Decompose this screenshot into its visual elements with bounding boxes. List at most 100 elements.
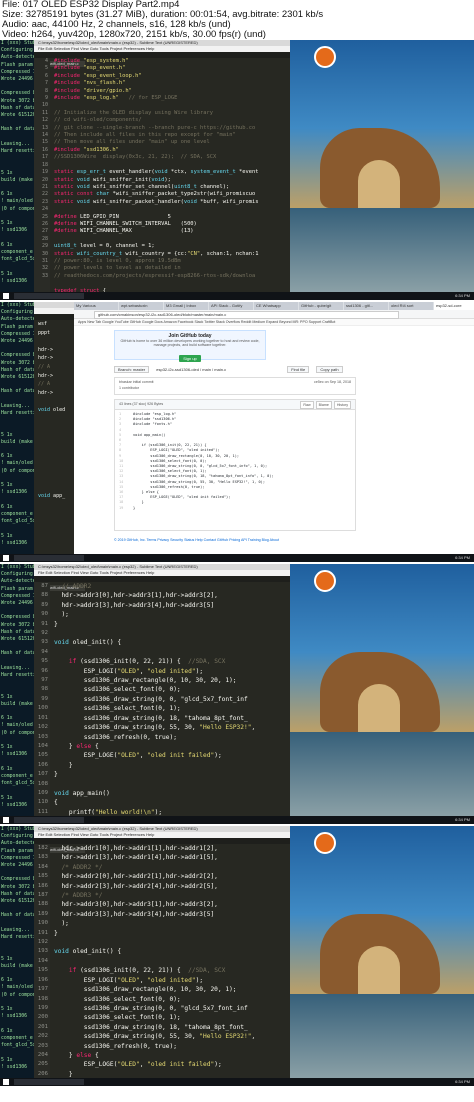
code-line[interactable]: // Initialize the OLED display using Wir… [54,110,290,117]
browser-tab[interactable]: esp32-sd-core [434,302,474,310]
contributors-count[interactable]: 1 contributor [115,386,355,390]
code-area[interactable]: // ADDR2 hdr->addr3[0],hdr->addr3[1],hdr… [54,582,290,816]
code-line[interactable]: ssd1306_draw_rectangle(0, 10, 30, 20, 1)… [54,985,290,994]
code-line[interactable]: hdr->addr1[3],hdr->addr1[4],hdr->addr1[5… [54,853,290,862]
code-line[interactable] [54,629,290,638]
code-line[interactable]: // readthedocs.com/projects/espressif-es… [54,273,290,280]
blender-desktop-icon[interactable] [314,570,336,592]
code-line[interactable]: #include "driver/gpio.h" [54,88,290,95]
code-line[interactable] [54,102,290,109]
code-line[interactable]: // power:80, is level 0, approx 19.5dBm [54,258,290,265]
browser-tab[interactable]: CE Whatsapp [254,302,298,310]
code-line[interactable]: // power levels to level as detailed in [54,265,290,272]
code-line[interactable]: ssd1306_draw_string(0, 18, "tahoma_8pt_f… [54,1023,290,1032]
code-line[interactable] [54,236,290,243]
code-line[interactable]: #include "esp_event.h" [54,65,290,72]
code-line[interactable]: { [54,798,290,807]
code-line[interactable]: hdr->addr2[0],hdr->addr2[1],hdr->addr2[2… [54,872,290,881]
code-line[interactable]: /* ADDR2 */ [54,863,290,872]
windows-start-icon[interactable] [3,555,9,561]
code-line[interactable]: ssd1306_draw_string(0, 18, "tahoma_8pt_f… [54,714,290,723]
address-bar[interactable]: github.com/cmakinson/esp32-i2c-ssd1306-o… [94,311,399,319]
code-line[interactable]: } [54,1070,290,1078]
blender-desktop-icon[interactable] [314,46,336,68]
code-line[interactable]: // ADDR2 [54,582,290,591]
code-line[interactable]: } else { [54,742,290,751]
code-line[interactable]: static void wifi_sniffer_packet_handler(… [54,199,290,206]
code-line[interactable]: #include "esp_system.h" [54,58,290,65]
code-line[interactable]: void oled_init() { [54,947,290,956]
terminal-window[interactable]: I (xxx) Stub running... ConfiguringAuto-d… [0,564,35,816]
history-button[interactable]: History [333,401,351,409]
code-line[interactable]: #define WIFI_CHANNEL_MAX (13) [54,228,290,235]
code-line[interactable]: printf("Hello world!\n"); [54,808,290,816]
code-line[interactable]: if (ssd1306_init(0, 22, 21)) { //SDA, SC… [54,966,290,975]
browser-tab[interactable]: API Slack - Gotify [209,302,253,310]
code-line[interactable]: ESP_LOGE("OLED", "oled init failed"); [54,751,290,760]
windows-start-icon[interactable] [3,293,9,299]
browser-tab[interactable]: My Various [74,302,118,310]
code-line[interactable]: static void wifi_sniffer_init(void); [54,177,290,184]
taskbar-search-box[interactable] [14,817,84,823]
code-line[interactable]: hdr->addr3[3],hdr->addr3[4],hdr->addr3[5… [54,910,290,919]
code-line[interactable]: ssd1306_draw_rectangle(0, 10, 30, 20, 1)… [54,676,290,685]
browser-tab[interactable]: wpt.sebastuxin [119,302,163,310]
code-line[interactable]: ssd1306_select_font(0, 1); [54,1013,290,1022]
code-line[interactable]: static esp_err_t event_handler(void *ctx… [54,169,290,176]
code-line[interactable]: hdr->addr2[3],hdr->addr2[4],hdr->addr2[5… [54,882,290,891]
terminal-window[interactable]: I (xxx) Stub running... ConfiguringAuto-d… [0,40,35,292]
taskbar-search-box[interactable] [14,293,84,299]
code-line[interactable] [54,280,290,287]
code-line[interactable]: uint8_t level = 0, channel = 1; [54,243,290,250]
sublime-editor[interactable]: C:\msys32\home\esp32\oled_oled\main\main… [34,564,290,816]
code-line[interactable]: static wifi_country_t wifi_country = {cc… [54,251,290,258]
code-line[interactable]: } [54,620,290,629]
github-line-number[interactable]: 19 [119,506,133,511]
commit-message[interactable]: bhaskar initial commit [119,380,154,384]
github-footer[interactable]: © 2019 GitHub, Inc. Terms Privacy Securi… [114,538,354,542]
taskbar-search-box[interactable] [14,1079,84,1085]
code-line[interactable]: // cd wifi-oled/components/ [54,117,290,124]
chrome-browser-window[interactable]: My Various wpt.sebastuxin M3 Gmail | Inbox… [74,302,474,554]
code-area[interactable]: hdr->addr1[0],hdr->addr1[1],hdr->addr1[2… [54,844,290,1078]
code-line[interactable]: } [54,770,290,779]
browser-tab-strip[interactable]: My Various wpt.sebastuxin M3 Gmail | Inbox… [74,302,474,310]
code-line[interactable]: static const char *wifi_sniffer_packet_t… [54,191,290,198]
code-line[interactable]: ); [54,610,290,619]
code-line[interactable]: wsf [38,320,74,329]
code-line[interactable]: void oled_init() { [54,638,290,647]
taskbar-search-box[interactable] [14,555,84,561]
code-line[interactable]: if (ssd1306_init(0, 22, 21)) { //SDA, SC… [54,657,290,666]
code-line[interactable]: ssd1306_draw_string(0, 0, "glcd_5x7_font… [54,695,290,704]
code-line[interactable]: ssd1306_select_font(0, 1); [54,704,290,713]
sublime-editor[interactable]: C:\msys32\home\esp32\oled_oled\main\main… [34,40,290,292]
branch-button[interactable]: Branch: master [114,366,150,373]
code-line[interactable] [54,206,290,213]
code-line[interactable]: ssd1306_select_font(0, 0); [54,685,290,694]
code-line[interactable]: void app_main() [54,789,290,798]
sign-up-button[interactable]: Sign up [179,355,201,362]
browser-tab[interactable]: M3 Gmail | Inbox [164,302,208,310]
browser-tab[interactable]: GitHub - qube/git [299,302,343,310]
code-line[interactable]: ssd1306_select_font(0, 0); [54,995,290,1004]
file-path[interactable]: esp32-i2c-ssd1306-oled / main / main.c [156,367,226,372]
code-line[interactable]: ssd1306_refresh(0, true); [54,1042,290,1051]
code-line[interactable]: ssd1306_refresh(0, true); [54,733,290,742]
code-line[interactable]: #include "ssd1306.h" [54,147,290,154]
code-line[interactable]: #include "esp_event_loop.h" [54,73,290,80]
code-line[interactable] [54,957,290,966]
code-line[interactable]: hdr->addr3[0],hdr->addr3[1],hdr->addr3[2… [54,900,290,909]
terminal-window[interactable]: I (xxx) Stub running... ConfiguringAuto-d… [0,826,35,1078]
code-line[interactable]: } else { [54,1051,290,1060]
find-file-button[interactable]: Find file [287,366,310,373]
browser-tab[interactable]: oled Ri4 sort [389,302,433,310]
copy-path-button[interactable]: Copy path [316,366,343,373]
code-line[interactable] [54,780,290,789]
sublime-editor[interactable]: C:\msys32\home\esp32\oled_oled\main\main… [34,826,290,1078]
windows-start-icon[interactable] [3,1079,9,1085]
code-line[interactable]: hdr->addr3[0],hdr->addr3[1],hdr->addr3[2… [54,591,290,600]
code-line[interactable] [54,938,290,947]
bookmarks-bar[interactable]: Apps New Tab Google YouTube GitHub Googl… [74,319,474,326]
code-line[interactable]: #include "nvs_flash.h" [54,80,290,87]
code-line[interactable]: } [54,761,290,770]
